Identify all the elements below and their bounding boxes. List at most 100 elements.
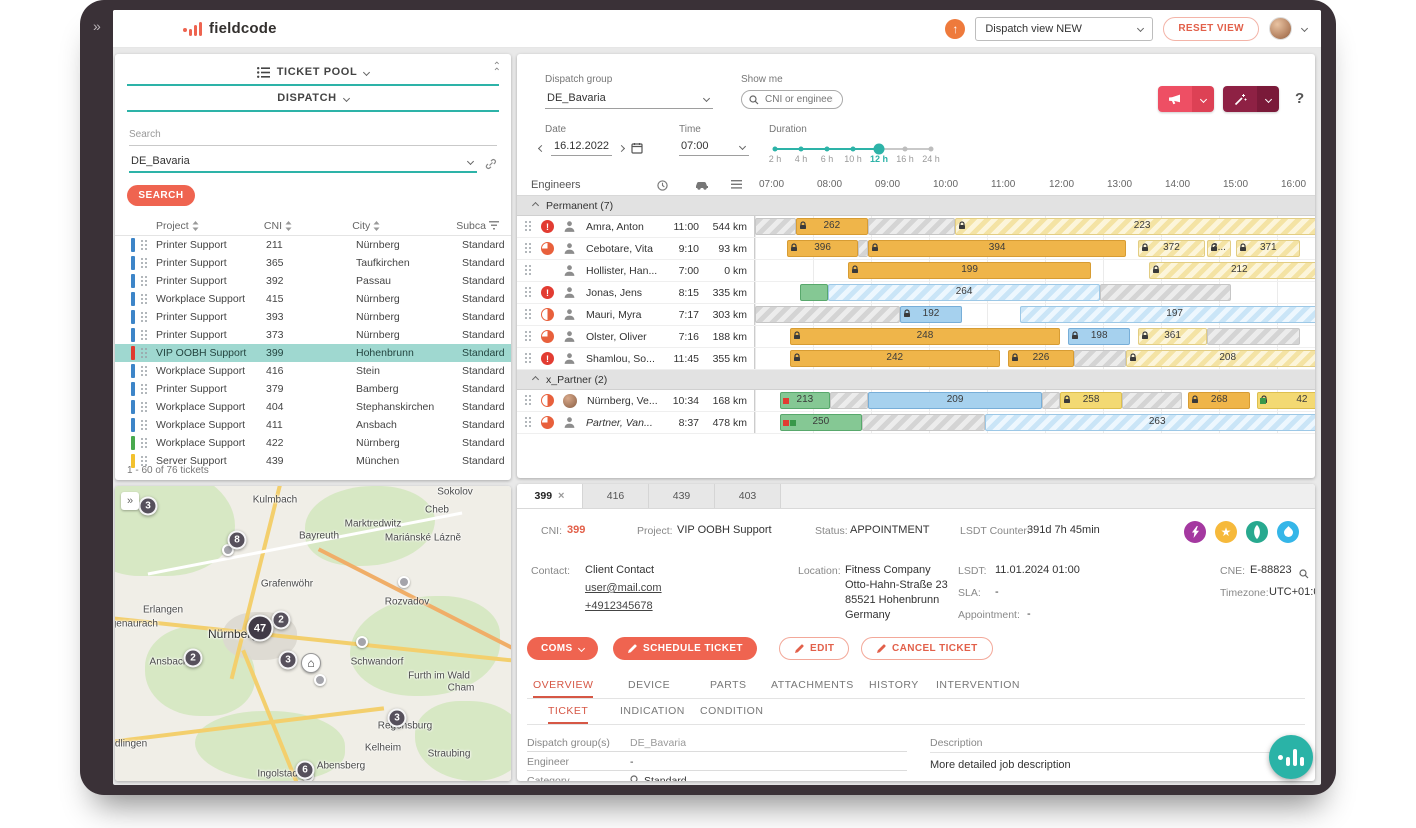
ticket-row[interactable]: Printer Support365TaufkirchenStandard	[115, 254, 511, 272]
drag-handle-icon[interactable]	[141, 276, 148, 287]
column-header-project[interactable]: Project	[156, 220, 264, 232]
map-cluster-marker[interactable]: 8	[228, 531, 247, 550]
drag-handle-icon[interactable]	[141, 348, 148, 359]
collapse-panel-icon[interactable]: ⌃⌃	[493, 64, 501, 76]
star-badge-icon[interactable]: ★	[1215, 521, 1237, 543]
ticket-tab[interactable]: 403	[715, 484, 781, 508]
ticket-tab[interactable]: 416	[583, 484, 649, 508]
gantt-timeline[interactable]: 264	[755, 282, 1315, 303]
gantt-bar[interactable]	[868, 218, 955, 235]
gantt-bar[interactable]: 223	[955, 218, 1315, 235]
ticket-row[interactable]: Printer Support373NürnbergStandard	[115, 326, 511, 344]
duration-tick[interactable]	[903, 147, 908, 152]
engineer-cell[interactable]: Hollister, Han...7:000 km	[517, 260, 755, 281]
dispatch-selector[interactable]: DISPATCH	[115, 86, 511, 110]
ticket-row[interactable]: Printer Support392PassauStandard	[115, 272, 511, 290]
drag-handle-icon[interactable]	[141, 294, 148, 305]
gantt-timeline[interactable]: 3963943723...371	[755, 238, 1315, 259]
gantt-bar[interactable]: 371	[1236, 240, 1300, 257]
gantt-bar[interactable]: 263	[985, 414, 1315, 431]
auto-assign-dropdown[interactable]	[1257, 86, 1279, 112]
gantt-bar[interactable]: 213	[780, 392, 830, 409]
ticket-row[interactable]: Workplace Support404StephanskirchenStand…	[115, 398, 511, 416]
map-cluster-marker[interactable]: 2	[272, 611, 291, 630]
ticket-group-select[interactable]: DE_Bavaria	[129, 155, 477, 173]
drag-handle-icon[interactable]	[141, 240, 148, 251]
drag-handle-icon[interactable]	[525, 287, 532, 298]
schedule-ticket-button[interactable]: SCHEDULE TICKET	[613, 637, 757, 660]
drag-handle-icon[interactable]	[141, 258, 148, 269]
calendar-icon[interactable]	[631, 142, 643, 154]
gantt-bar[interactable]: 226	[1008, 350, 1074, 367]
drag-handle-icon[interactable]	[141, 420, 148, 431]
engineer-cell[interactable]: Cebotare, Vita9:1093 km	[517, 238, 755, 259]
map-collapse-icon[interactable]: »	[121, 492, 139, 510]
chat-fab[interactable]	[1269, 735, 1313, 779]
gantt-timeline[interactable]: 248198361	[755, 326, 1315, 347]
gantt-bar[interactable]: 208	[1126, 350, 1315, 367]
close-tab-icon[interactable]: ×	[558, 490, 564, 502]
gantt-bar[interactable]	[1122, 392, 1182, 409]
gantt-bar[interactable]	[1074, 350, 1126, 367]
gantt-bar[interactable]: 197	[1020, 306, 1315, 323]
gantt-bar[interactable]: 242	[790, 350, 1000, 367]
ticket-row[interactable]: VIP OOBH Support399HohenbrunnStandard	[115, 344, 511, 362]
drag-handle-icon[interactable]	[525, 395, 532, 406]
duration-slider[interactable]: 2 h4 h6 h10 h12 h16 h24 h	[775, 142, 945, 168]
gantt-bar[interactable]: 192	[900, 306, 962, 323]
gantt-bar[interactable]: 248	[790, 328, 1060, 345]
field-value[interactable]: -	[630, 756, 634, 768]
field-value[interactable]: Standard	[630, 775, 687, 782]
gantt-timeline[interactable]: 242 226 208	[755, 348, 1315, 369]
drag-handle-icon[interactable]	[141, 312, 148, 323]
drag-handle-icon[interactable]	[525, 353, 532, 364]
lightning-badge-icon[interactable]	[1184, 521, 1206, 543]
help-icon[interactable]: ?	[1295, 90, 1304, 107]
dispatch-group-select[interactable]: DE_Bavaria	[545, 92, 713, 109]
ticket-search-field[interactable]: Search	[129, 124, 497, 146]
gantt-bar[interactable]	[755, 218, 796, 235]
drag-handle-icon[interactable]	[525, 221, 532, 232]
ticket-row[interactable]: Workplace Support422NürnbergStandard	[115, 434, 511, 452]
map-canvas[interactable]: SokolovKulmbachChebMarktredwitzMariánské…	[115, 486, 511, 781]
ticket-row[interactable]: Printer Support211NürnbergStandard	[115, 236, 511, 254]
engineer-cell[interactable]: !Jonas, Jens8:15335 km	[517, 282, 755, 303]
ticket-row[interactable]: Printer Support379BambergStandard	[115, 380, 511, 398]
next-day-icon[interactable]	[618, 144, 625, 151]
leaf-badge-icon[interactable]	[1246, 521, 1268, 543]
detail-tab-intervention[interactable]: INTERVENTION	[936, 679, 1020, 696]
map-pin-icon[interactable]	[314, 674, 326, 686]
gantt-bar[interactable]: 361	[1138, 328, 1208, 345]
edit-button[interactable]: EDIT	[779, 637, 849, 660]
gantt-bar[interactable]	[1100, 284, 1231, 301]
detail-tab-overview[interactable]: OVERVIEW	[533, 679, 593, 698]
gantt-bar[interactable]: 262	[796, 218, 869, 235]
drag-handle-icon[interactable]	[141, 402, 148, 413]
previous-day-icon[interactable]	[538, 144, 545, 151]
gantt-bar[interactable]: 199	[848, 262, 1092, 279]
cancel-ticket-button[interactable]: CANCEL TICKET	[861, 637, 993, 660]
drag-handle-icon[interactable]	[141, 384, 148, 395]
upload-icon[interactable]: ↑	[945, 19, 965, 39]
map-home-marker[interactable]: ⌂	[301, 653, 321, 673]
engineer-cell[interactable]: Nürnberg, Ve...10:34168 km	[517, 390, 755, 411]
detail-tab-parts[interactable]: PARTS	[710, 679, 747, 696]
gantt-timeline[interactable]: 21320925826842	[755, 390, 1315, 411]
coms-button[interactable]: COMS	[527, 637, 598, 660]
drag-handle-icon[interactable]	[525, 243, 532, 254]
gantt-group-header[interactable]: x_Partner (2)	[517, 370, 1315, 390]
detail-tab-history[interactable]: HISTORY	[869, 679, 919, 696]
contact-email-link[interactable]: user@mail.com	[585, 582, 662, 594]
engineer-cell[interactable]: Partner, Van...8:37478 km	[517, 412, 755, 433]
ticket-tab[interactable]: 399×	[517, 484, 583, 508]
gantt-bar[interactable]: 264	[828, 284, 1100, 301]
gantt-bar[interactable]	[755, 306, 900, 323]
column-header-city[interactable]: City	[352, 220, 456, 232]
ticket-row[interactable]: Printer Support393NürnbergStandard	[115, 308, 511, 326]
gantt-bar[interactable]: 212	[1149, 262, 1315, 279]
user-menu-chevron-icon[interactable]	[1301, 25, 1308, 32]
gantt-bar[interactable]	[858, 240, 868, 257]
drag-handle-icon[interactable]	[525, 331, 532, 342]
gantt-bar[interactable]: 250	[780, 414, 862, 431]
menu-icon[interactable]	[731, 180, 742, 192]
